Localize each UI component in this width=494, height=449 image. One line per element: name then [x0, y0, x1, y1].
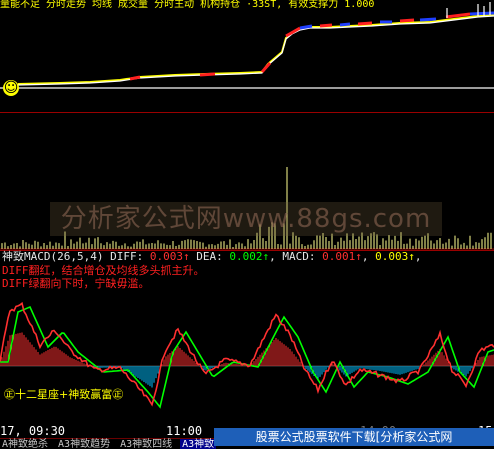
macd-header: 神致MACD(26,5,4) DIFF: 0.003↑ DEA: 0.002↑,…	[2, 250, 421, 263]
stock-chart-window: 量能不足 分时走势 均线 成交量 分时主动 机构持仓 ·33ST, 有效支撑力 …	[0, 0, 494, 449]
macd-params: (26,5,4)	[50, 250, 104, 263]
tab-1[interactable]: A神致绝杀	[0, 439, 50, 449]
diff-label: DIFF:	[110, 250, 144, 263]
extra-sep: ,	[414, 250, 422, 263]
price-chart-svg	[0, 2, 494, 89]
dea-label: DEA:	[196, 250, 223, 263]
price-line-white	[17, 15, 494, 86]
macd-label: MACD:	[282, 250, 316, 263]
download-banner[interactable]: 股票公式股票软件下载[分析家公式网www.88gs.com]	[214, 428, 494, 449]
dea-sep: ,	[269, 250, 276, 263]
tab-4[interactable]: A3神致	[180, 439, 217, 449]
dea-value: 0.002↑	[229, 250, 270, 263]
overlay-label: ㊣十二星座+神致赢富㊣	[4, 388, 124, 401]
diff-value: 0.003↑	[149, 250, 190, 263]
price-red-blue-segments	[129, 11, 494, 81]
top-indicator-bar: 量能不足 分时走势 均线 成交量 分时主动 机构持仓 ·33ST, 有效支撑力 …	[0, 0, 375, 10]
extra-value: 0.003↑	[375, 250, 415, 263]
hint-line-2: DIFF绿翻向下时，宁缺毋滥。	[2, 277, 150, 290]
macd-value: 0.001↑	[322, 250, 362, 263]
time-axis-left: 17, 09:30	[0, 424, 66, 438]
macd-name: 神致MACD	[2, 250, 51, 263]
tab-3[interactable]: A3神致四线	[118, 439, 174, 449]
tab-2[interactable]: A3神致趋势	[56, 439, 112, 449]
time-axis-1100: 11:00	[166, 424, 203, 438]
macd-chart-svg	[0, 301, 494, 409]
hint-line-1: DIFF翻红，结合增仓及均线多头抓主升。	[2, 264, 205, 277]
smile-icon[interactable]: ☺	[3, 80, 19, 96]
macd-sep: ,	[361, 250, 369, 263]
macd-panel[interactable]: ㊣十二星座+神致赢富㊣	[0, 290, 494, 424]
price-panel[interactable]: 量能不足 分时走势 均线 成交量 分时主动 机构持仓 ·33ST, 有效支撑力 …	[0, 0, 494, 96]
watermark-overlay: 分析家公式网www.88gs.com	[50, 202, 442, 236]
